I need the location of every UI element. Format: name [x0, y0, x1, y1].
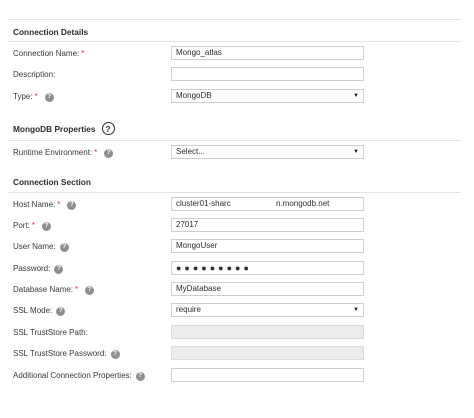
help-icon[interactable]: ?	[44, 92, 54, 102]
host-name-value-end: n.mongodb.net	[276, 199, 330, 208]
row-runtime-environment: Runtime Environment: * ? Select... ▼	[7, 145, 461, 161]
row-user-name: User Name: ? MongoUser	[7, 239, 461, 255]
required-marker: *	[81, 49, 85, 58]
database-name-label: Database Name: * ?	[13, 282, 95, 298]
host-name-value-start: cluster01-sharc	[176, 199, 231, 208]
type-select[interactable]: MongoDB ▼	[171, 89, 364, 103]
row-host-name: Host Name: * ? cluster01-sharc n.mongodb.…	[7, 197, 461, 213]
section-divider	[7, 192, 461, 193]
ssl-mode-value: require	[176, 305, 201, 314]
password-label: Password: ?	[13, 261, 64, 277]
additional-properties-input[interactable]	[171, 368, 364, 382]
user-name-input[interactable]: MongoUser	[171, 239, 364, 253]
port-input[interactable]: 27017	[171, 218, 364, 232]
type-label: Type: * ?	[13, 89, 54, 105]
row-port: Port: * ? 27017	[7, 218, 461, 234]
section-connection-details: Connection Details	[13, 27, 88, 37]
required-marker: *	[75, 285, 79, 294]
help-icon[interactable]: ?	[104, 148, 114, 158]
caret-down-icon: ▼	[353, 93, 359, 99]
help-icon[interactable]: ?	[135, 371, 145, 381]
help-icon[interactable]: ?	[59, 242, 69, 252]
connection-name-label: Connection Name: *	[13, 46, 87, 62]
row-password: Password: ? ●●●●●●●●●	[7, 261, 461, 277]
section-title: Connection Section	[13, 177, 91, 187]
database-name-input[interactable]: MyDatabase	[171, 282, 364, 296]
runtime-environment-select[interactable]: Select... ▼	[171, 145, 364, 159]
row-type: Type: * ? MongoDB ▼	[7, 89, 461, 105]
help-icon[interactable]: ?	[85, 285, 95, 295]
row-database-name: Database Name: * ? MyDatabase	[7, 282, 461, 298]
row-description: Description:	[7, 67, 461, 83]
user-name-label: User Name: ?	[13, 239, 69, 255]
caret-down-icon: ▼	[353, 149, 359, 155]
connection-form: Connection Details Connection Name: * Mon…	[7, 19, 461, 411]
section-mongodb-properties: MongoDB Properties ?	[13, 122, 115, 135]
section-title: MongoDB Properties	[13, 123, 96, 134]
ssl-mode-label: SSL Mode: ?	[13, 303, 66, 319]
required-marker: *	[34, 92, 38, 101]
section-divider	[7, 41, 461, 42]
runtime-environment-label: Runtime Environment: * ?	[13, 145, 114, 161]
row-additional-properties: Additional Connection Properties: ?	[7, 368, 461, 384]
required-marker: *	[31, 221, 36, 230]
help-icon[interactable]: ?	[42, 221, 52, 231]
top-divider	[7, 19, 461, 20]
help-icon[interactable]: ?	[56, 306, 66, 316]
host-name-label: Host Name: * ?	[13, 197, 77, 213]
ssl-truststore-password-input	[171, 346, 364, 360]
type-select-value: MongoDB	[176, 91, 212, 100]
row-ssl-mode: SSL Mode: ? require ▼	[7, 303, 461, 319]
ssl-truststore-password-label: SSL TrustStore Password: ?	[13, 346, 120, 362]
help-icon[interactable]: ?	[67, 200, 77, 210]
help-icon[interactable]: ?	[110, 349, 120, 359]
row-ssl-truststore-password: SSL TrustStore Password: ?	[7, 346, 461, 362]
ssl-truststore-path-label: SSL TrustStore Path:	[13, 328, 88, 337]
port-label: Port: * ?	[13, 218, 52, 234]
required-marker: *	[94, 148, 98, 157]
row-ssl-truststore-path: SSL TrustStore Path:	[7, 325, 461, 341]
description-label: Description:	[13, 70, 56, 79]
connection-name-input[interactable]: Mongo_atlas	[171, 46, 364, 60]
password-input[interactable]: ●●●●●●●●●	[171, 261, 364, 275]
additional-properties-label: Additional Connection Properties: ?	[13, 368, 145, 384]
section-connection-section: Connection Section	[13, 177, 91, 187]
ssl-truststore-path-input	[171, 325, 364, 339]
row-connection-name: Connection Name: * Mongo_atlas	[7, 46, 461, 62]
ssl-mode-select[interactable]: require ▼	[171, 303, 364, 317]
caret-down-icon: ▼	[353, 307, 359, 313]
host-name-input[interactable]: cluster01-sharc n.mongodb.net	[171, 197, 364, 211]
section-divider	[7, 140, 461, 141]
help-circle-icon[interactable]: ?	[101, 122, 115, 135]
required-marker: *	[57, 200, 61, 209]
runtime-environment-value: Select...	[176, 147, 205, 156]
help-icon[interactable]: ?	[54, 264, 64, 274]
section-title: Connection Details	[13, 27, 89, 37]
description-input[interactable]	[171, 67, 364, 81]
